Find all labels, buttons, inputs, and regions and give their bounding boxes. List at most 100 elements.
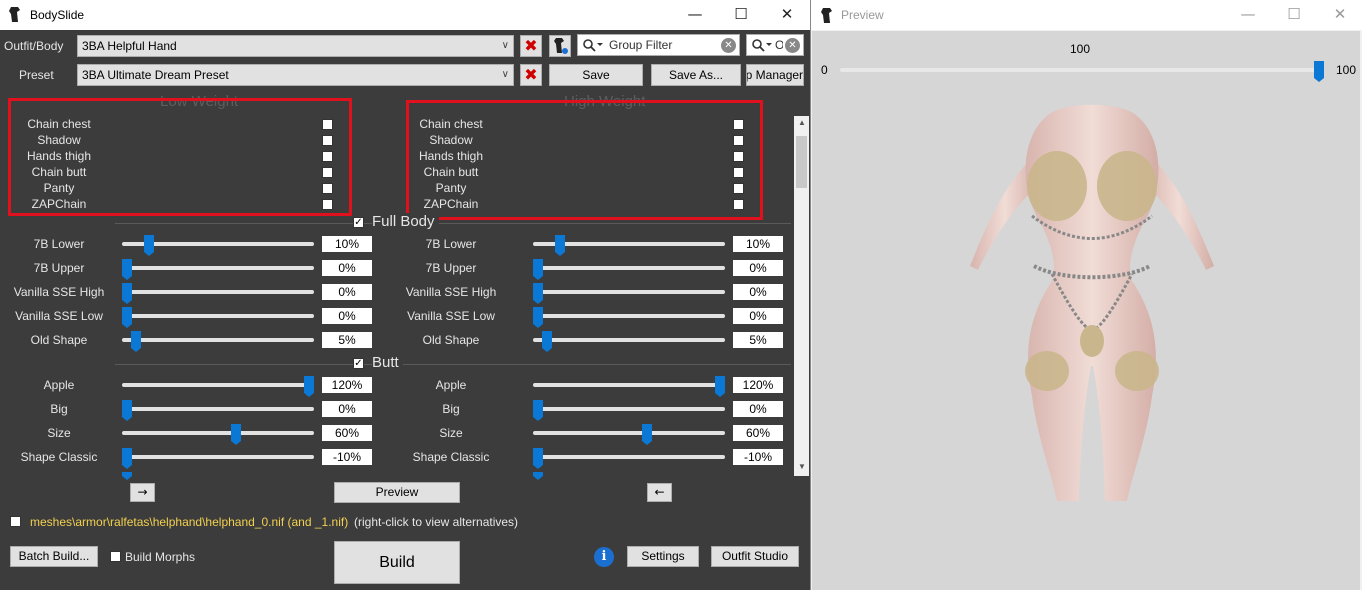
high-slider-value[interactable]: 0%	[733, 260, 783, 276]
settings-button[interactable]: Settings	[627, 546, 699, 567]
low-slider-value[interactable]: 10%	[322, 236, 372, 252]
slider-scrollbar[interactable]: ▲ ▼	[794, 116, 809, 476]
high-slider-value[interactable]: 60%	[733, 425, 783, 441]
high-slider-thumb[interactable]	[533, 259, 543, 280]
high-slider-value[interactable]: 0%	[733, 401, 783, 417]
low-slider-thumb[interactable]	[122, 259, 132, 280]
low-slider-thumb[interactable]	[122, 472, 132, 480]
figure-icon	[554, 38, 568, 54]
high-slider-track[interactable]	[533, 314, 725, 318]
low-slider-value[interactable]: 0%	[322, 308, 372, 324]
high-slider-track[interactable]	[533, 455, 725, 459]
weight-min: 0	[821, 63, 828, 77]
file-checkbox[interactable]	[10, 516, 21, 527]
high-slider-thumb[interactable]	[542, 331, 553, 352]
close-window-button[interactable]: ✕	[1317, 0, 1362, 30]
low-slider-track[interactable]	[122, 266, 314, 270]
chevron-up-icon[interactable]: ▲	[798, 118, 806, 127]
preset-label: Preset	[19, 68, 54, 82]
chevron-down-icon[interactable]: ▼	[798, 462, 806, 471]
group-manager-button[interactable]: Group Manager	[746, 64, 804, 86]
high-slider-thumb[interactable]	[533, 307, 543, 328]
low-slider-value[interactable]: 0%	[322, 401, 372, 417]
low-slider-track[interactable]	[122, 383, 314, 387]
low-slider-track[interactable]	[122, 407, 314, 411]
outfit-filter-placeholder: Outfit Filter	[775, 35, 783, 55]
save-as-button[interactable]: Save As...	[651, 64, 741, 86]
low-slider-value[interactable]: 0%	[322, 284, 372, 300]
weight-slider-track[interactable]	[840, 68, 1324, 72]
build-button[interactable]: Build	[334, 541, 460, 584]
low-slider-value[interactable]: 0%	[322, 260, 372, 276]
clear-icon[interactable]: ✕	[785, 38, 800, 53]
high-slider-track[interactable]	[533, 383, 725, 387]
high-slider-value[interactable]: -10%	[733, 449, 783, 465]
info-icon[interactable]: i	[594, 547, 614, 567]
high-slider-value[interactable]: 120%	[733, 377, 783, 393]
high-slider-value[interactable]: 5%	[733, 332, 783, 348]
high-slider-thumb[interactable]	[533, 448, 543, 469]
high-slider-label: Vanilla SSE Low	[407, 309, 495, 323]
clear-icon[interactable]: ✕	[721, 38, 736, 53]
high-slider-track[interactable]	[533, 407, 725, 411]
low-slider-value[interactable]: -10%	[322, 449, 372, 465]
high-slider-thumb[interactable]	[642, 424, 653, 445]
high-slider-track[interactable]	[533, 338, 725, 342]
low-slider-track[interactable]	[122, 290, 314, 294]
outfit-filter-input[interactable]: Outfit Filter ✕	[746, 34, 804, 56]
low-slider-thumb[interactable]	[131, 331, 142, 352]
high-slider-thumb[interactable]	[533, 283, 543, 304]
low-slider-track[interactable]	[122, 338, 314, 342]
copy-left-button[interactable]: ←	[647, 483, 672, 502]
section-checkbox[interactable]: ✓	[353, 358, 364, 369]
weight-slider-thumb[interactable]	[1314, 61, 1324, 82]
high-slider-thumb[interactable]	[554, 235, 565, 256]
maximize-button[interactable]: ☐	[718, 0, 764, 30]
high-slider-track[interactable]	[533, 431, 725, 435]
outfit-studio-button[interactable]: Outfit Studio	[711, 546, 799, 567]
search-icon	[752, 39, 772, 52]
high-slider-value[interactable]: 10%	[733, 236, 783, 252]
low-slider-value[interactable]: 60%	[322, 425, 372, 441]
file-hint: (right-click to view alternatives)	[354, 515, 519, 529]
high-slider-value[interactable]: 0%	[733, 284, 783, 300]
batch-build-button[interactable]: Batch Build...	[10, 546, 98, 567]
low-slider-value[interactable]: 120%	[322, 377, 372, 393]
high-slider-label: Apple	[435, 378, 467, 392]
build-morphs-checkbox[interactable]	[110, 551, 121, 562]
low-slider-track[interactable]	[122, 431, 314, 435]
high-slider-value[interactable]: 0%	[733, 308, 783, 324]
high-slider-track[interactable]	[533, 290, 725, 294]
low-slider-thumb[interactable]	[304, 376, 314, 397]
delete-outfit-button[interactable]: ✖	[520, 35, 542, 57]
bodyslide-window: BodySlide — ☐ ✕ Outfit/Body 3BA Helpful …	[0, 0, 810, 590]
preset-dropdown[interactable]: 3BA Ultimate Dream Preset ∨	[77, 64, 514, 86]
outfit-dropdown[interactable]: 3BA Helpful Hand ∨	[77, 35, 514, 57]
low-slider-track[interactable]	[122, 314, 314, 318]
low-slider-thumb[interactable]	[122, 400, 132, 421]
outfit-icon-button[interactable]	[549, 35, 571, 57]
copy-right-button[interactable]: →	[130, 483, 155, 502]
section-checkbox[interactable]: ✓	[353, 217, 364, 228]
high-slider-thumb[interactable]	[533, 472, 543, 480]
low-slider-thumb[interactable]	[122, 283, 132, 304]
scrollbar-thumb[interactable]	[796, 136, 807, 188]
low-slider-thumb[interactable]	[122, 448, 132, 469]
group-filter-input[interactable]: Group Filter ✕	[577, 34, 740, 56]
save-button[interactable]: Save	[549, 64, 643, 86]
low-slider-track[interactable]	[122, 455, 314, 459]
high-slider-thumb[interactable]	[715, 376, 725, 397]
low-slider-thumb[interactable]	[231, 424, 242, 445]
maximize-button[interactable]: ☐	[1271, 0, 1317, 30]
high-slider-thumb[interactable]	[533, 400, 543, 421]
minimize-button[interactable]: —	[672, 0, 718, 30]
close-window-button[interactable]: ✕	[764, 0, 810, 30]
low-slider-value[interactable]: 5%	[322, 332, 372, 348]
high-slider-track[interactable]	[533, 266, 725, 270]
preview-viewport[interactable]: 100 0 100	[812, 31, 1360, 590]
preview-button[interactable]: Preview	[334, 482, 460, 503]
minimize-button[interactable]: —	[1225, 0, 1271, 30]
delete-preset-button[interactable]: ✖	[520, 64, 542, 86]
low-slider-thumb[interactable]	[143, 235, 154, 256]
low-slider-thumb[interactable]	[122, 307, 132, 328]
